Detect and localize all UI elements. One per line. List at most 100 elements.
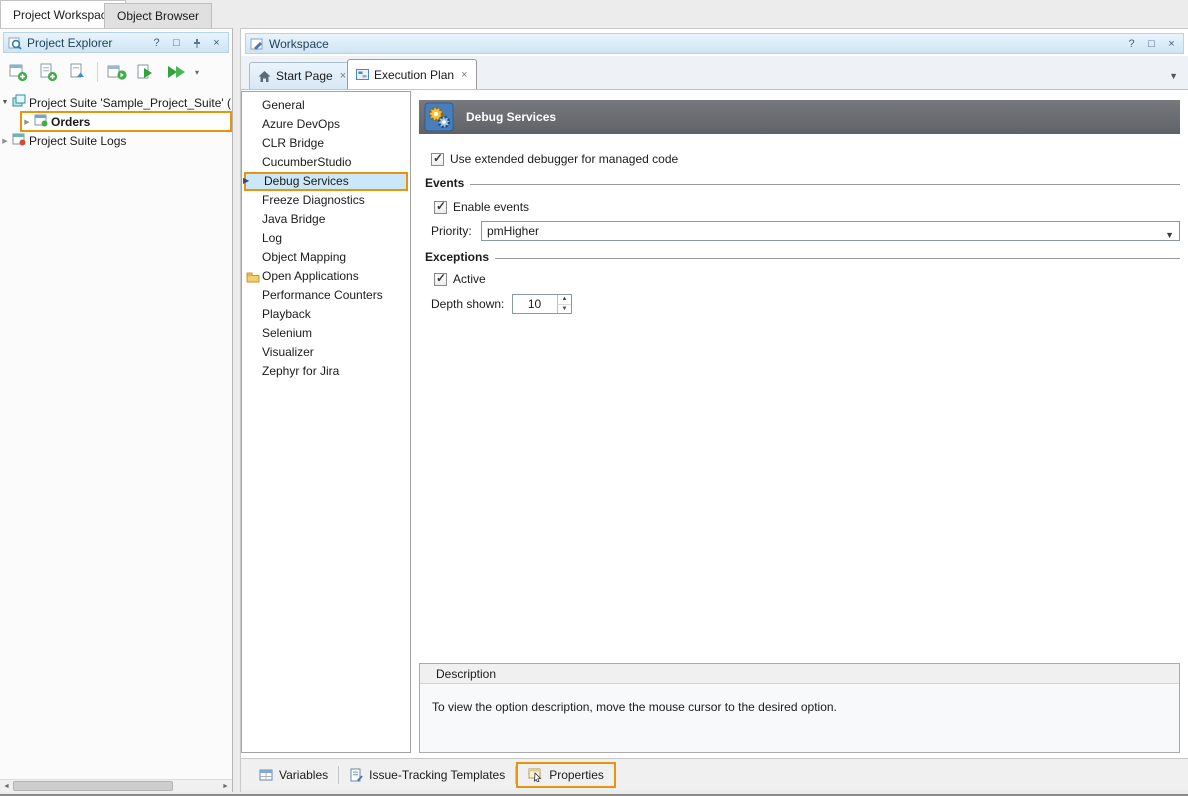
tab-execution-plan-label: Execution Plan	[374, 68, 454, 82]
description-header: Description	[420, 664, 1179, 684]
settings-nav-playback[interactable]: Playback	[242, 305, 410, 324]
workspace-float-icon[interactable]: □	[1144, 36, 1159, 51]
toolbar-separator	[97, 62, 98, 82]
depth-shown-value: 10	[513, 295, 556, 313]
depth-shown-stepper[interactable]: 10 ▲ ▼	[512, 294, 572, 314]
open-icon	[68, 62, 88, 82]
explorer-toolbar: ▾	[0, 56, 232, 88]
settings-nav-freeze-diagnostics[interactable]: Freeze Diagnostics	[242, 191, 410, 210]
home-icon	[258, 70, 271, 83]
settings-nav-zephyr[interactable]: Zephyr for Jira	[242, 362, 410, 381]
scroll-left-icon[interactable]: ◄	[0, 780, 13, 792]
settings-nav-open-applications-label: Open Applications	[262, 269, 359, 283]
page-title: Debug Services	[466, 110, 556, 124]
options-content: General Azure DevOps CLR Bridge Cucumber…	[241, 90, 1188, 758]
project-suite-label: Project Suite 'Sample_Project_Suite' (1 …	[29, 96, 232, 110]
priority-row: Priority: pmHigher ▼	[419, 221, 1180, 241]
run-all-icon	[165, 62, 189, 82]
project-suite-icon	[12, 94, 26, 111]
stepper-down-icon[interactable]: ▼	[558, 305, 571, 314]
stepper-arrows: ▲ ▼	[557, 295, 571, 313]
tab-object-browser-label: Object Browser	[117, 9, 199, 23]
events-group-label: Events	[425, 176, 464, 190]
enable-events-checkbox[interactable]	[434, 201, 447, 214]
toolbar-dropdown-icon[interactable]: ▾	[193, 68, 201, 77]
debug-services-page: Debug Services Use extended debugger for…	[419, 91, 1180, 753]
expand-icon[interactable]: ▶	[0, 137, 10, 145]
workspace-icon	[250, 37, 264, 51]
settings-nav-performance-counters[interactable]: Performance Counters	[242, 286, 410, 305]
record-test-button[interactable]	[103, 59, 131, 85]
bottom-tab-strip: Variables Issue-Tracking Templates	[241, 758, 1188, 790]
settings-nav-open-applications[interactable]: Open Applications	[242, 267, 410, 286]
settings-nav: General Azure DevOps CLR Bridge Cucumber…	[241, 91, 411, 753]
explorer-float-icon[interactable]: □	[169, 35, 184, 50]
tree-row-orders[interactable]: ▶ Orders	[20, 111, 232, 132]
stepper-up-icon[interactable]: ▲	[558, 295, 571, 305]
tab-issue-tracking-templates[interactable]: Issue-Tracking Templates	[339, 762, 515, 788]
debug-services-icon	[424, 102, 454, 132]
project-explorer-icon	[8, 36, 22, 50]
tab-close-icon[interactable]: ×	[340, 70, 346, 82]
tab-variables[interactable]: Variables	[249, 762, 338, 788]
depth-row: Depth shown: 10 ▲ ▼	[419, 294, 1180, 314]
settings-nav-general[interactable]: General	[242, 96, 410, 115]
priority-dropdown[interactable]: pmHigher ▼	[481, 221, 1180, 241]
explorer-pin-icon[interactable]	[189, 35, 204, 50]
settings-nav-selenium[interactable]: Selenium	[242, 324, 410, 343]
open-item-button[interactable]	[64, 59, 92, 85]
new-suite-icon	[8, 62, 28, 82]
explorer-help-icon[interactable]: ?	[149, 35, 164, 50]
explorer-close-icon[interactable]: ×	[209, 35, 224, 50]
tab-list-dropdown-icon[interactable]: ▼	[1169, 71, 1178, 81]
settings-nav-log[interactable]: Log	[242, 229, 410, 248]
scroll-right-icon[interactable]: ►	[219, 780, 232, 792]
top-tab-strip: Project Workspace Object Browser	[0, 0, 1188, 28]
active-checkbox[interactable]	[434, 273, 447, 286]
orders-project-icon	[34, 113, 48, 130]
tab-object-browser[interactable]: Object Browser	[104, 3, 212, 28]
description-box: Description To view the option descripti…	[419, 663, 1180, 753]
settings-nav-cucumberstudio[interactable]: CucumberStudio	[242, 153, 410, 172]
window-bottom-edge	[241, 790, 1188, 792]
use-extended-debugger-checkbox[interactable]	[431, 153, 444, 166]
tree-row-project-suite[interactable]: ▼ Project Suite 'Sample_Project_Suite' (…	[0, 93, 232, 112]
use-extended-debugger-row: Use extended debugger for managed code	[431, 151, 678, 167]
tab-properties-label: Properties	[549, 768, 604, 782]
logs-icon	[12, 132, 26, 149]
expand-icon[interactable]: ▶	[22, 118, 32, 126]
document-tab-strip: Start Page × Execution Plan × ▼	[241, 56, 1188, 90]
tab-project-workspace-label: Project Workspace	[13, 8, 113, 22]
project-tree: ▼ Project Suite 'Sample_Project_Suite' (…	[0, 91, 232, 779]
variables-icon	[259, 768, 273, 782]
record-icon	[106, 62, 128, 82]
run-icon	[136, 62, 158, 82]
tab-close-icon[interactable]: ×	[461, 69, 467, 81]
run-test-button[interactable]	[133, 59, 161, 85]
settings-nav-clr-bridge[interactable]: CLR Bridge	[242, 134, 410, 153]
add-project-suite-button[interactable]	[4, 59, 32, 85]
explorer-horizontal-scrollbar[interactable]: ◄ ►	[0, 779, 232, 792]
new-item-icon	[38, 62, 58, 82]
workspace-help-icon[interactable]: ?	[1124, 36, 1139, 51]
settings-nav-visualizer[interactable]: Visualizer	[242, 343, 410, 362]
project-explorer-header: Project Explorer ? □ ×	[3, 32, 229, 53]
project-explorer-panel: Project Explorer ? □ ×	[0, 28, 233, 792]
scrollbar-thumb[interactable]	[13, 781, 173, 791]
add-item-button[interactable]	[34, 59, 62, 85]
settings-nav-azure-devops[interactable]: Azure DevOps	[242, 115, 410, 134]
priority-value: pmHigher	[487, 224, 539, 238]
collapse-icon[interactable]: ▼	[0, 99, 10, 106]
events-group-header: Events	[425, 176, 1180, 190]
workspace-close-icon[interactable]: ×	[1164, 36, 1179, 51]
tree-row-project-suite-logs[interactable]: ▶ Project Suite Logs	[0, 131, 232, 150]
project-explorer-title: Project Explorer	[27, 36, 144, 50]
workspace-header: Workspace ? □ ×	[245, 33, 1184, 54]
tab-start-page[interactable]: Start Page ×	[249, 62, 355, 89]
run-suite-button[interactable]	[163, 59, 191, 85]
settings-nav-object-mapping[interactable]: Object Mapping	[242, 248, 410, 267]
settings-nav-debug-services[interactable]: Debug Services	[244, 172, 408, 191]
tab-execution-plan[interactable]: Execution Plan ×	[347, 59, 477, 89]
tab-properties[interactable]: Properties	[516, 762, 616, 788]
settings-nav-java-bridge[interactable]: Java Bridge	[242, 210, 410, 229]
